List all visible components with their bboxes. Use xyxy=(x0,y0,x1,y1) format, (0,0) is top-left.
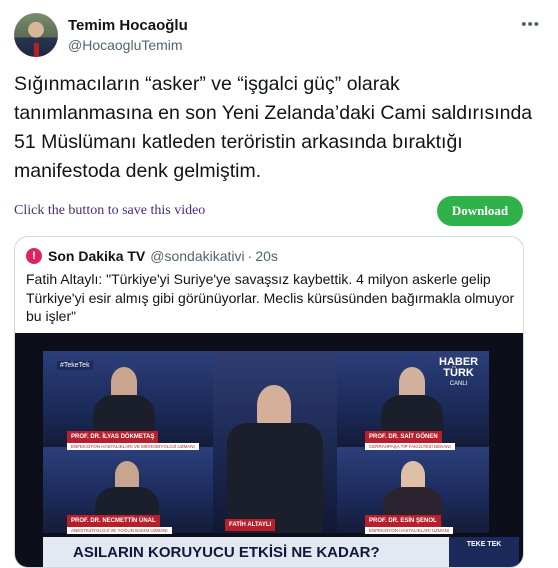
video-bottom-headline: ASILARIN KORUYUCU ETKİSİ NE KADAR? TEKE … xyxy=(43,537,519,567)
quote-separator: · xyxy=(247,248,253,264)
quote-author-name[interactable]: Son Dakika TV xyxy=(48,248,145,264)
quote-source-logo-icon: ! xyxy=(26,248,42,264)
guest-caption-3-title: CERRAHPAŞA TIP FAKÜLTESİ DEKANI xyxy=(365,443,455,450)
guest-caption-2: FATİH ALTAYLI xyxy=(225,519,276,531)
guest-caption-1-title: ENFEKSİYON HASTALIKLARI VE MİKROBİYOLOJİ… xyxy=(67,443,199,450)
guest-caption-5-title: ENFEKSİYON HASTALIKLARI UZMANI xyxy=(365,527,454,534)
quote-author-handle[interactable]: @sondakikativi xyxy=(150,248,244,264)
video-hashtag: #TekeTek xyxy=(57,361,93,370)
guest-caption-4-title: ANESTEZİYOLOJİ VE YOĞUN BAKIM UZMANI xyxy=(67,527,172,534)
quote-text: Fatih Altaylı: "Türkiye'yi Suriye'ye sav… xyxy=(26,271,515,324)
author-name[interactable]: Temim Hocaoğlu xyxy=(68,17,188,34)
video-headline-text: ASILARIN KORUYUCU ETKİSİ NE KADAR? xyxy=(73,543,380,561)
author-avatar[interactable] xyxy=(14,13,58,57)
author-handle[interactable]: @HocaogluTemim xyxy=(68,37,183,53)
quote-timestamp[interactable]: 20s xyxy=(255,248,278,264)
tweet-text: Sığınmacıların “asker” ve “işgalci güç” … xyxy=(14,73,533,182)
quoted-tweet-header: ! Son Dakika TV @sondakikativi · 20s xyxy=(26,248,278,264)
avatar-tie xyxy=(34,43,39,57)
guest-caption-4: PROF. DR. NECMETTİN ÜNAL xyxy=(67,515,160,527)
video-player[interactable]: #TekeTek HABER TÜRK CANLI PROF. DR. İLYA… xyxy=(15,333,523,567)
video-panel-host xyxy=(213,351,337,533)
guest-caption-5: PROF. DR. ESİN ŞENOL xyxy=(365,515,441,527)
download-button[interactable]: Download xyxy=(437,196,523,226)
guest-caption-1: PROF. DR. İLYAS DÖKMETAŞ xyxy=(67,431,159,443)
guest-caption-3: PROF. DR. SAİT GÖNEN xyxy=(365,431,442,443)
save-video-label: Click the button to save this video xyxy=(14,203,206,218)
channel-logo: HABER TÜRK CANLI xyxy=(439,356,479,388)
more-horizontal-icon[interactable]: ••• xyxy=(521,16,540,33)
quoted-tweet[interactable]: ! Son Dakika TV @sondakikativi · 20s Fat… xyxy=(14,236,524,568)
video-brand-box: TEKE TEK xyxy=(449,537,519,567)
